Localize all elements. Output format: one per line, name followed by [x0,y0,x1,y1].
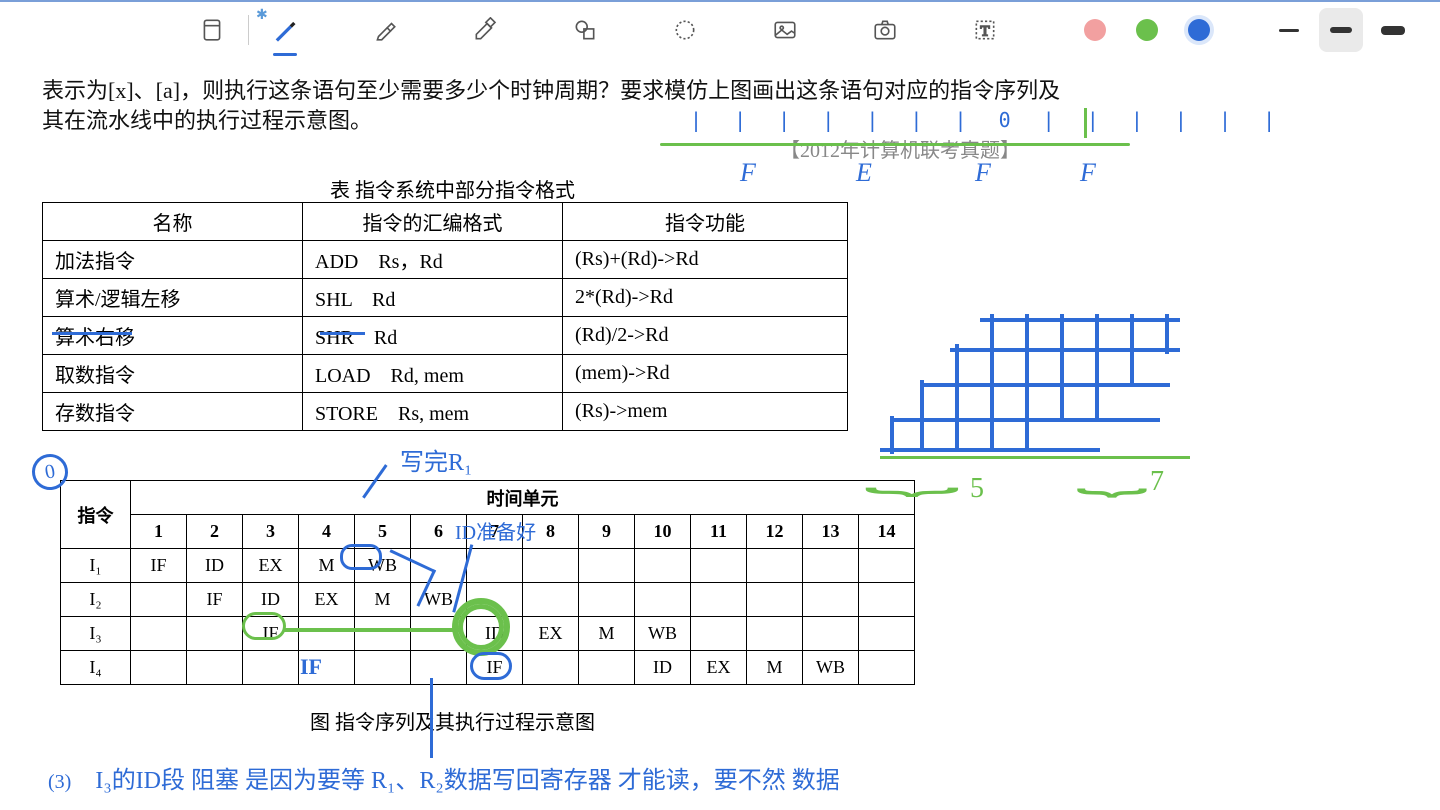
hw-f1: F [740,158,756,188]
color-red[interactable] [1073,8,1117,52]
pipeline-caption: 图 指令序列及其执行过程示意图 [310,706,595,735]
color-green[interactable] [1125,8,1169,52]
thickness-3[interactable] [1371,8,1415,52]
hw-green-mark [1084,108,1087,138]
table1-title: 表 指令系统中部分指令格式 [330,174,575,203]
t1-h1: 指令的汇编格式 [303,203,563,241]
hw-num-7: 7 [1150,466,1164,498]
lasso-tool[interactable] [663,8,707,52]
thickness-2[interactable] [1319,8,1363,52]
thickness-1[interactable] [1267,8,1311,52]
pen-tool[interactable] [263,8,307,52]
hw-brace-7: ⏟ [1076,448,1148,495]
t1-h0: 名称 [43,203,303,241]
hw-write-r1: 写完R₁ [400,442,472,477]
hw-num-5: 5 [970,473,984,505]
color-blue[interactable] [1177,8,1221,52]
document-tool[interactable] [190,8,234,52]
image-tool[interactable] [763,8,807,52]
source-tag: 【2012年计算机联考真题】 [780,134,1020,163]
highlighter-tool[interactable] [363,8,407,52]
question-text: 表示为[x]、[a]，则执行这条语句至少需要多少个时钟周期？要求模仿上图画出这条… [42,76,1070,136]
camera-tool[interactable] [863,8,907,52]
svg-text:T: T [980,22,989,39]
hw-grid-sketch [880,308,1200,508]
pipeline-table: 指令 时间单元 1234567891011121314 I₁ IFIDEXMWB… [60,480,915,685]
text-tool[interactable]: T [963,8,1007,52]
marker-tool[interactable] [463,8,507,52]
canvas[interactable]: 表示为[x]、[a]，则执行这条语句至少需要多少个时钟周期？要求模仿上图画出这条… [0,58,1440,810]
toolbar: ✱ T [0,0,1440,58]
hw-f3: F [1080,158,1096,188]
t1-h2: 指令功能 [563,203,848,241]
hw-bottom: (3) I₃的ID段 阻塞 是因为要等 R₁、R₂数据写回寄存器 才能读，要不然… [48,760,840,795]
shapes-tool[interactable] [563,8,607,52]
instruction-table: 名称 指令的汇编格式 指令功能 加法指令ADD Rs，Rd(Rs)+(Rd)->… [42,202,848,431]
